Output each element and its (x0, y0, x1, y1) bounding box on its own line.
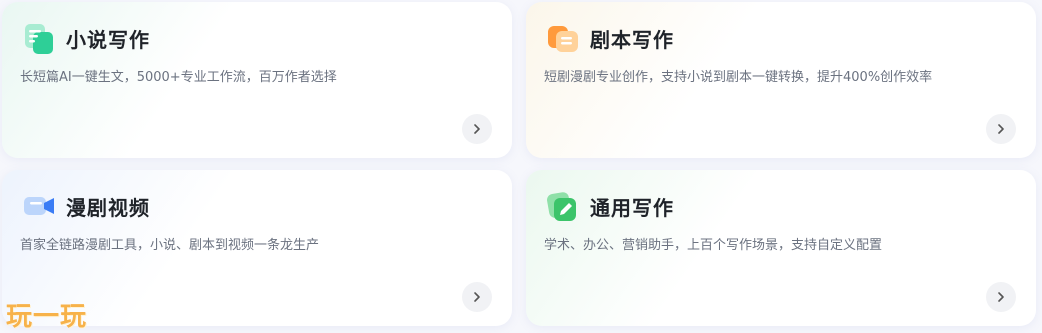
open-comic-video-button[interactable] (462, 282, 492, 312)
card-title: 漫剧视频 (66, 196, 150, 220)
open-general-writing-button[interactable] (986, 282, 1016, 312)
chevron-right-icon (472, 120, 482, 139)
card-description: 学术、办公、营销助手，上百个写作场景，支持自定义配置 (544, 238, 883, 253)
card-title: 小说写作 (66, 28, 150, 52)
card-title: 剧本写作 (590, 28, 674, 52)
open-script-writing-button[interactable] (986, 114, 1016, 144)
card-title: 通用写作 (590, 196, 674, 220)
card-description: 长短篇AI一键生文，5000+专业工作流，百万作者选择 (20, 70, 337, 85)
card-script-writing[interactable]: 剧本写作 短剧漫剧专业创作，支持小说到剧本一键转换，提升400%创作效率 (526, 2, 1036, 158)
document-icon (22, 22, 56, 56)
video-camera-icon (22, 190, 56, 224)
watermark-logo: 玩一玩 (6, 302, 88, 332)
chevron-right-icon (996, 120, 1006, 139)
pen-icon (546, 190, 580, 224)
open-novel-writing-button[interactable] (462, 114, 492, 144)
script-icon (546, 22, 580, 56)
chevron-right-icon (996, 288, 1006, 307)
card-description: 短剧漫剧专业创作，支持小说到剧本一键转换，提升400%创作效率 (544, 70, 933, 85)
chevron-right-icon (472, 288, 482, 307)
card-description: 首家全链路漫剧工具，小说、剧本到视频一条龙生产 (20, 238, 320, 253)
card-general-writing[interactable]: 通用写作 学术、办公、营销助手，上百个写作场景，支持自定义配置 (526, 170, 1036, 326)
card-novel-writing[interactable]: 小说写作 长短篇AI一键生文，5000+专业工作流，百万作者选择 (2, 2, 512, 158)
